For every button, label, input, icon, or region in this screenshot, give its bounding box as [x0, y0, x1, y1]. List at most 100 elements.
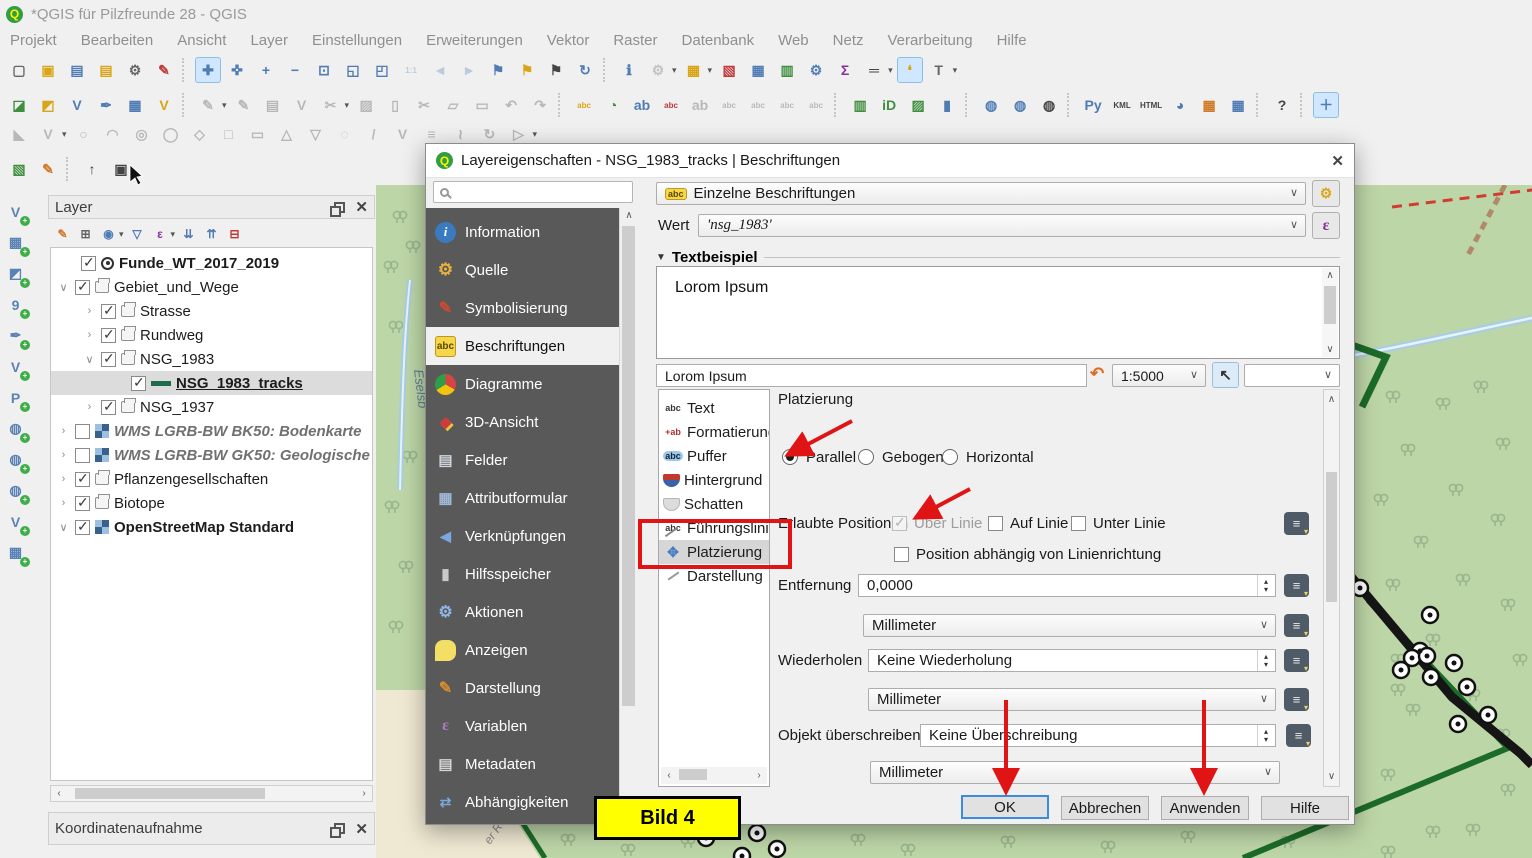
background-color-combo[interactable] — [1244, 364, 1340, 387]
radio-gebogen[interactable] — [858, 449, 874, 465]
layers-horizontal-scrollbar[interactable]: ‹ › — [50, 785, 373, 802]
collapse-all-icon[interactable]: ⇈ — [201, 224, 222, 245]
layer-checkbox[interactable] — [75, 520, 90, 535]
spin-arrows-icon[interactable]: ▴▾ — [1257, 650, 1274, 671]
menu-verarbeitung[interactable]: Verarbeitung — [888, 32, 973, 49]
sidebar-item-anzeigen[interactable]: Anzeigen — [426, 631, 619, 669]
layer-row-wms-gk50[interactable]: › WMS LGRB-BW GK50: Geologische — [51, 443, 372, 467]
vertex-crosshair-icon[interactable]: ＋ — [1313, 92, 1339, 118]
scroll-down-icon[interactable]: ∨ — [1322, 344, 1338, 355]
repeat-spinbox[interactable]: Keine Wiederholung ▴▾ — [868, 649, 1276, 672]
layer-row-osm[interactable]: ∨ OpenStreetMap Standard — [51, 515, 372, 539]
sidebar-item-hilfsspeicher[interactable]: Hilfsspeicher — [426, 555, 619, 593]
menu-einstellungen[interactable]: Einstellungen — [312, 32, 402, 49]
scrollbar-thumb[interactable] — [1326, 472, 1337, 602]
add-group-icon[interactable]: ⊞ — [75, 224, 96, 245]
menu-web[interactable]: Web — [778, 32, 809, 49]
add-raster-layer-icon[interactable]: ▦ — [2, 229, 29, 256]
menu-vektor[interactable]: Vektor — [547, 32, 590, 49]
data-defined-override-icon[interactable]: ≡ — [1284, 649, 1309, 672]
menu-erweiterungen[interactable]: Erweiterungen — [426, 32, 523, 49]
checkbox-auf-linie[interactable] — [988, 516, 1003, 531]
preview-scale-combo[interactable]: 1:5000 — [1112, 364, 1206, 387]
layer-row-funde[interactable]: Funde_WT_2017_2019 — [51, 251, 372, 275]
zoom-full-icon[interactable]: ⊡ — [311, 57, 337, 83]
tab-text[interactable]: Text — [659, 396, 769, 420]
expand-arrow-icon[interactable]: › — [57, 449, 70, 461]
statistical-summary-icon[interactable]: ▥ — [774, 57, 800, 83]
sidebar-item-abhaengigkeiten[interactable]: Abhängigkeiten — [426, 783, 619, 821]
gps-import-icon[interactable]: ↑ — [79, 156, 105, 182]
close-panel-icon[interactable]: ✕ — [355, 820, 368, 838]
scroll-right-icon[interactable]: › — [356, 788, 372, 799]
pan-to-selection-icon[interactable]: ✜ — [224, 57, 250, 83]
raster-tools-icon[interactable]: ▥ — [847, 92, 873, 118]
distance-unit-combo[interactable]: Millimeter — [863, 614, 1276, 637]
group-checkbox[interactable] — [75, 472, 90, 487]
sidebar-item-variablen[interactable]: Variablen — [426, 707, 619, 745]
add-spatialite-layer-icon[interactable]: ✒ — [2, 322, 29, 349]
sidebar-item-information[interactable]: Information — [426, 213, 619, 251]
menu-projekt[interactable]: Projekt — [10, 32, 57, 49]
sample-text-input[interactable]: Lorom Ipsum — [656, 364, 1087, 387]
web-service-search-icon[interactable]: ◍ — [1007, 92, 1033, 118]
radio-parallel[interactable] — [782, 449, 798, 465]
expand-arrow-icon[interactable]: › — [57, 473, 70, 485]
radio-parallel-label[interactable]: Parallel — [806, 449, 856, 466]
help-contents-icon[interactable]: ? — [1269, 92, 1295, 118]
pin-labels-icon[interactable]: ab — [629, 92, 655, 118]
db-manager-icon[interactable]: ▮ — [934, 92, 960, 118]
select-features-dropdown-icon[interactable]: ▾ — [708, 65, 713, 76]
group-row-strasse[interactable]: › Strasse — [51, 299, 372, 323]
group-row-nsg1937[interactable]: › NSG_1937 — [51, 395, 372, 419]
map-theme-styling-icon[interactable]: ✎ — [35, 156, 61, 182]
screenshot-region-icon[interactable]: ▣ — [108, 156, 134, 182]
layer-checkbox[interactable] — [81, 256, 96, 271]
measure-line-dropdown-icon[interactable]: ▾ — [888, 65, 893, 76]
group-checkbox[interactable] — [101, 304, 116, 319]
add-wcs-layer-icon[interactable]: ◍ — [2, 446, 29, 473]
add-oracle-layer-icon[interactable]: V — [2, 353, 29, 380]
search-input[interactable] — [449, 183, 632, 201]
layer-checkbox[interactable] — [75, 448, 90, 463]
checkbox-unter-linie[interactable] — [1071, 516, 1086, 531]
preview-scrollbar[interactable]: ∧ ∨ — [1322, 268, 1338, 357]
data-defined-override-icon[interactable]: ≡ — [1284, 614, 1309, 637]
menu-layer[interactable]: Layer — [250, 32, 288, 49]
sidebar-item-symbolisierung[interactable]: Symbolisierung — [426, 289, 619, 327]
scroll-down-icon[interactable]: ∨ — [1324, 771, 1339, 782]
collapse-arrow-icon[interactable]: ∨ — [57, 281, 70, 294]
sidebar-item-darstellung[interactable]: Darstellung — [426, 669, 619, 707]
measure-line-icon[interactable]: ═ — [861, 57, 887, 83]
manage-map-themes-dropdown-icon[interactable]: ▾ — [119, 229, 124, 240]
zoom-out-icon[interactable]: − — [282, 57, 308, 83]
group-row-gebiet[interactable]: ∨ Gebiet_und_Wege — [51, 275, 372, 299]
cancel-button[interactable]: Abbrechen — [1061, 796, 1149, 820]
spin-arrows-icon[interactable]: ▴▾ — [1257, 575, 1274, 596]
float-panel-icon[interactable] — [334, 202, 345, 213]
radio-gebogen-label[interactable]: Gebogen — [882, 449, 944, 466]
sidebar-item-aktionen[interactable]: Aktionen — [426, 593, 619, 631]
expand-arrow-icon[interactable]: › — [57, 497, 70, 509]
metasearch-catalog-icon[interactable]: ◍ — [978, 92, 1004, 118]
add-wms-layer-icon[interactable]: ◍ — [2, 415, 29, 442]
scroll-up-icon[interactable]: ∧ — [1324, 394, 1339, 405]
menu-ansicht[interactable]: Ansicht — [177, 32, 226, 49]
override-unit-combo[interactable]: Millimeter — [870, 761, 1280, 784]
open-attribute-table-icon[interactable]: ▦ — [745, 57, 771, 83]
expand-arrow-icon[interactable]: › — [83, 305, 96, 317]
html-export-icon[interactable]: HTML — [1138, 92, 1164, 118]
checkbox-line-direction[interactable] — [894, 547, 909, 562]
group-row-nsg1983[interactable]: ∨ NSG_1983 — [51, 347, 372, 371]
scroll-left-icon[interactable]: ‹ — [661, 770, 677, 781]
expand-arrow-icon[interactable]: › — [83, 329, 96, 341]
tab-schatten[interactable]: Schatten — [659, 492, 769, 516]
open-project-icon[interactable]: ▣ — [35, 57, 61, 83]
collapse-triangle-icon[interactable]: ▼ — [656, 252, 666, 263]
menu-raster[interactable]: Raster — [613, 32, 657, 49]
save-project-icon[interactable]: ▤ — [64, 57, 90, 83]
scroll-left-icon[interactable]: ‹ — [51, 788, 67, 799]
float-panel-icon[interactable] — [334, 823, 345, 834]
sidebar-item-quelle[interactable]: Quelle — [426, 251, 619, 289]
dialog-close-icon[interactable]: ✕ — [1331, 152, 1344, 170]
